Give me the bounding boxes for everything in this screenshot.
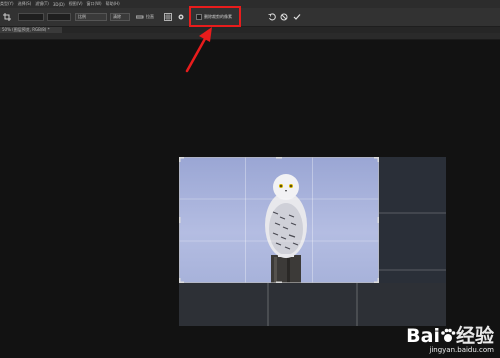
options-bar: 比例 清除 拉直 删除裁剪的像素 (0, 8, 500, 27)
cancel-icon[interactable] (280, 13, 288, 21)
menu-bar: 类型(Y) 选择(S) 滤镜(T) 3D(D) 视图(V) 窗口(W) 帮助(H… (0, 0, 500, 8)
height-field[interactable] (47, 13, 71, 21)
menu-item-help[interactable]: 帮助(H) (106, 1, 124, 7)
clear-button[interactable]: 清除 (110, 13, 130, 21)
straighten-label: 拉直 (146, 14, 154, 19)
straighten-icon[interactable] (136, 13, 144, 21)
menu-item-view[interactable]: 视图(V) (69, 1, 87, 7)
highlight-box (189, 6, 241, 27)
clear-label: 清除 (113, 14, 121, 19)
watermark-logo: Bai 经验 (406, 321, 494, 348)
reset-icon[interactable] (268, 13, 276, 21)
menu-item-type[interactable]: 类型(Y) (0, 1, 18, 7)
width-field[interactable] (18, 13, 44, 21)
document-tab-label: 50% (图层预览, RGB/8) * (2, 27, 50, 32)
watermark-brand2: 经验 (455, 325, 494, 347)
crop-tool-icon[interactable] (3, 13, 11, 21)
commit-check-icon[interactable] (293, 13, 301, 21)
gear-icon[interactable] (177, 13, 185, 21)
overlay-grid-icon[interactable] (164, 13, 172, 21)
watermark-brand: Bai (406, 325, 440, 347)
paw-icon (440, 327, 456, 343)
annotation-arrow (185, 27, 212, 73)
menu-item-filter[interactable]: 滤镜(T) (35, 1, 53, 7)
menu-item-window[interactable]: 窗口(W) (87, 1, 106, 7)
crop-grid-overlay (179, 157, 446, 326)
horizontal-ruler (0, 33, 500, 48)
ratio-dropdown[interactable]: 比例 (75, 13, 107, 21)
menu-item-3d[interactable]: 3D(D) (53, 2, 69, 7)
baidu-jingyan-watermark: Bai 经验 jingyan.baidu.com (406, 321, 494, 354)
menu-item-select[interactable]: 选择(S) (18, 1, 36, 7)
